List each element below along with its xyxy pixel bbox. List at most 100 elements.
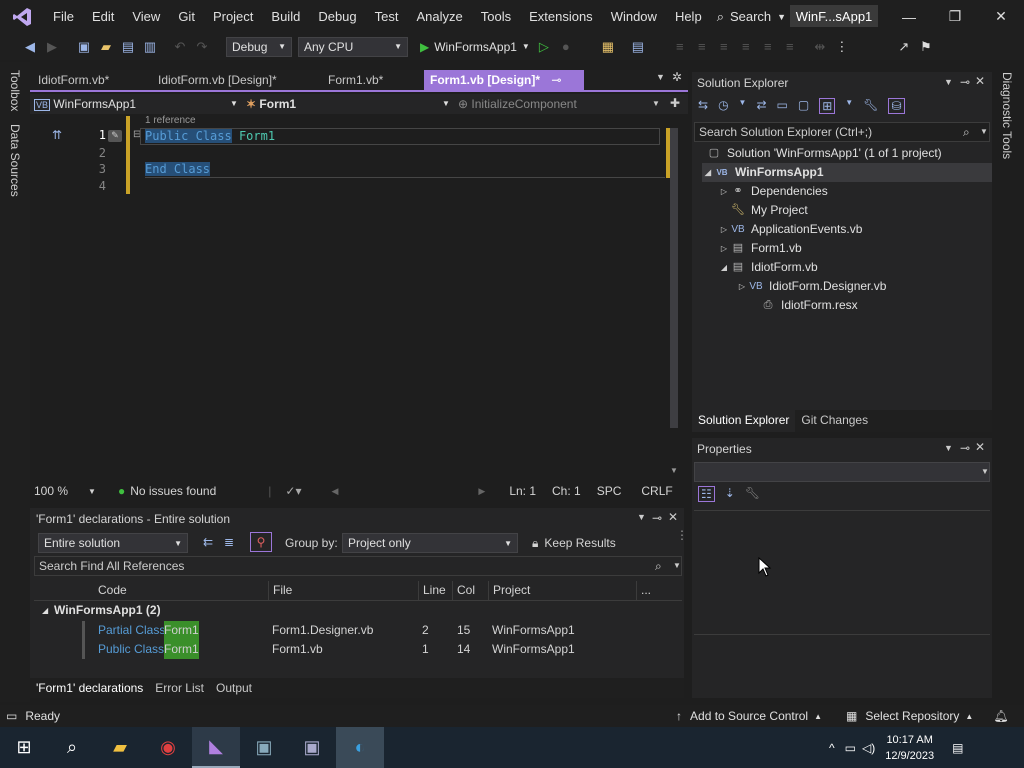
object-selector[interactable]: ▼ xyxy=(694,462,990,482)
tab-output[interactable]: Output xyxy=(210,678,258,698)
chevron-up-icon[interactable]: ▲ xyxy=(814,712,822,721)
pin-icon[interactable]: ⊸ xyxy=(960,441,970,455)
close-icon[interactable]: ✕ xyxy=(978,0,1024,33)
sync-icon[interactable]: ⇆ xyxy=(698,98,708,114)
chevron-down-icon[interactable]: ▼ xyxy=(845,98,853,114)
tab-form1-vb[interactable]: Form1.vb* xyxy=(322,70,389,90)
layout-icon[interactable]: ▤ xyxy=(630,39,646,55)
clock[interactable]: 10:17 AM 12/9/2023 xyxy=(885,732,934,764)
filter-icon[interactable]: ⚲ xyxy=(250,532,272,552)
app-window-icon[interactable]: ▣ xyxy=(288,727,336,768)
close-panel-icon[interactable]: ✕ xyxy=(975,440,985,454)
align-middle-icon[interactable]: ≡ xyxy=(760,39,776,55)
pin-icon[interactable]: ⊸ xyxy=(551,73,561,87)
align-bottom-icon[interactable]: ≡ xyxy=(782,39,798,55)
table-row[interactable]: Partial Class Form1 Form1.Designer.vb 2 … xyxy=(34,621,682,659)
configuration-select[interactable]: Debug ▼ xyxy=(226,36,292,57)
menu-test[interactable]: Test xyxy=(366,0,408,33)
edit-glyph-icon[interactable]: ✎ xyxy=(108,130,122,142)
menu-debug[interactable]: Debug xyxy=(309,0,365,33)
line-ending-indicator[interactable]: CRLF xyxy=(641,484,672,498)
menu-help[interactable]: Help xyxy=(666,0,711,33)
search-icon[interactable]: ⌕ xyxy=(48,727,96,768)
volume-icon[interactable]: ◁) xyxy=(862,741,875,755)
expanded-triangle-icon[interactable]: ◢ xyxy=(702,163,714,182)
collapsed-triangle-icon[interactable]: ▷ xyxy=(718,239,730,258)
new-project-icon[interactable]: ▣ xyxy=(76,39,92,55)
overflow-icon[interactable]: ⋮ xyxy=(676,528,688,542)
open-folder-icon[interactable]: ▰ xyxy=(98,39,114,55)
menu-window[interactable]: Window xyxy=(602,0,666,33)
member-dropdown[interactable]: ⊕ InitializeComponent ▼ xyxy=(458,94,662,114)
redo-icon[interactable]: ↷ xyxy=(194,39,210,55)
categorized-icon[interactable]: ☷ xyxy=(698,486,715,502)
menu-analyze[interactable]: Analyze xyxy=(407,0,471,33)
project-dropdown[interactable]: VB WinFormsApp1 ▼ xyxy=(34,94,240,114)
code-cleanup-icon[interactable]: ✓▾ xyxy=(285,484,301,498)
issues-status[interactable]: No issues found xyxy=(130,484,216,498)
history-icon[interactable]: ◷ xyxy=(718,98,728,114)
app-window-icon[interactable]: ▣ xyxy=(240,727,288,768)
expanded-triangle-icon[interactable]: ◢ xyxy=(718,258,730,277)
tree-item-my-project[interactable]: 🔧︎ My Project xyxy=(730,201,808,220)
tree-item-solution[interactable]: ▢ Solution 'WinFormsApp1' (1 of 1 projec… xyxy=(706,144,942,163)
menu-git[interactable]: Git xyxy=(169,0,204,33)
tab-idiotform-vb[interactable]: IdiotForm.vb* xyxy=(32,70,115,90)
show-hidden-icons-icon[interactable]: ^ xyxy=(829,741,835,755)
alphabetical-icon[interactable]: ⇣ xyxy=(725,486,735,502)
collapse-all-icon[interactable]: ⇇ xyxy=(203,535,213,549)
tree-item-project[interactable]: ◢ VB WinFormsApp1 xyxy=(702,163,992,182)
class-dropdown[interactable]: ✶ Form1 ▼ xyxy=(246,94,450,114)
keep-results-button[interactable]: 🔒︎ Keep Results xyxy=(532,536,616,551)
quick-actions-icon[interactable]: ⇈ xyxy=(52,128,62,142)
notifications-icon[interactable]: 🔔︎ xyxy=(993,709,1008,723)
show-all-files-icon[interactable]: ▢ xyxy=(798,98,809,114)
tree-item-applicationevents[interactable]: ▷ VB ApplicationEvents.vb xyxy=(718,220,862,239)
restore-icon[interactable]: ❐ xyxy=(932,0,978,33)
collapsed-triangle-icon[interactable]: ▷ xyxy=(736,277,748,296)
scroll-right-icon[interactable]: ▶ xyxy=(478,486,485,497)
tab-idiotform-design[interactable]: IdiotForm.vb [Design]* xyxy=(152,70,283,90)
editor-vertical-scrollbar[interactable]: ▼ xyxy=(666,114,682,482)
tab-error-list[interactable]: Error List xyxy=(149,678,210,698)
save-all-icon[interactable]: ▥ xyxy=(142,39,158,55)
diagnostic-tools-tab[interactable]: Diagnostic Tools xyxy=(1000,72,1014,159)
panel-menu-icon[interactable]: ▼ xyxy=(944,443,953,453)
network-icon[interactable]: ▭ xyxy=(845,741,856,755)
menu-extensions[interactable]: Extensions xyxy=(520,0,602,33)
solution-title[interactable]: WinF...sApp1 xyxy=(790,5,878,27)
pin-icon[interactable]: ⊸ xyxy=(960,75,970,89)
column-more[interactable]: ... xyxy=(636,581,651,600)
tab-solution-explorer[interactable]: Solution Explorer xyxy=(692,410,796,432)
windows-start-icon[interactable]: ⊞ xyxy=(0,727,48,768)
expand-all-icon[interactable]: ≣ xyxy=(224,535,234,549)
column-code[interactable]: Code xyxy=(98,581,127,600)
table-row[interactable]: Public Class Form1 Form1.vb 1 14 WinForm… xyxy=(34,640,682,659)
undo-icon[interactable]: ↶ xyxy=(172,39,188,55)
column-col[interactable]: Col xyxy=(452,581,475,600)
column-line[interactable]: Line xyxy=(418,581,446,600)
panel-menu-icon[interactable]: ▼ xyxy=(944,77,953,87)
column-project[interactable]: Project xyxy=(488,581,530,600)
toolbox-tab[interactable]: Toolbox xyxy=(8,70,22,111)
align-top-icon[interactable]: ≡ xyxy=(738,39,754,55)
visual-studio-logo-icon[interactable] xyxy=(0,0,44,33)
notification-center-icon[interactable]: ▤ xyxy=(952,741,963,755)
select-repository-button[interactable]: Select Repository xyxy=(865,709,959,723)
spacing-icon[interactable]: ⇹ xyxy=(812,39,828,55)
settings-icon[interactable]: ✲ xyxy=(672,70,682,84)
scroll-down-icon[interactable]: ▼ xyxy=(670,466,678,475)
tree-item-dependencies[interactable]: ▷ ⚭ Dependencies xyxy=(718,182,828,201)
menu-tools[interactable]: Tools xyxy=(472,0,520,33)
start-without-debugging-icon[interactable]: ▷ xyxy=(536,39,552,55)
chevron-down-icon[interactable]: ▼ xyxy=(88,487,96,496)
edge-icon[interactable]: ◐ xyxy=(336,727,384,768)
menu-build[interactable]: Build xyxy=(262,0,309,33)
tab-git-changes[interactable]: Git Changes xyxy=(795,410,874,432)
hot-reload-icon[interactable]: ● xyxy=(558,39,574,55)
pending-changes-icon[interactable]: ⇄ xyxy=(756,98,766,114)
forward-icon[interactable]: ▶ xyxy=(44,39,60,55)
tab-form1-design[interactable]: Form1.vb [Design]* ⊸ ✕ xyxy=(424,70,584,107)
browse-icon[interactable]: ▦ xyxy=(600,39,616,55)
codelens-references[interactable]: 1 reference xyxy=(145,115,196,126)
